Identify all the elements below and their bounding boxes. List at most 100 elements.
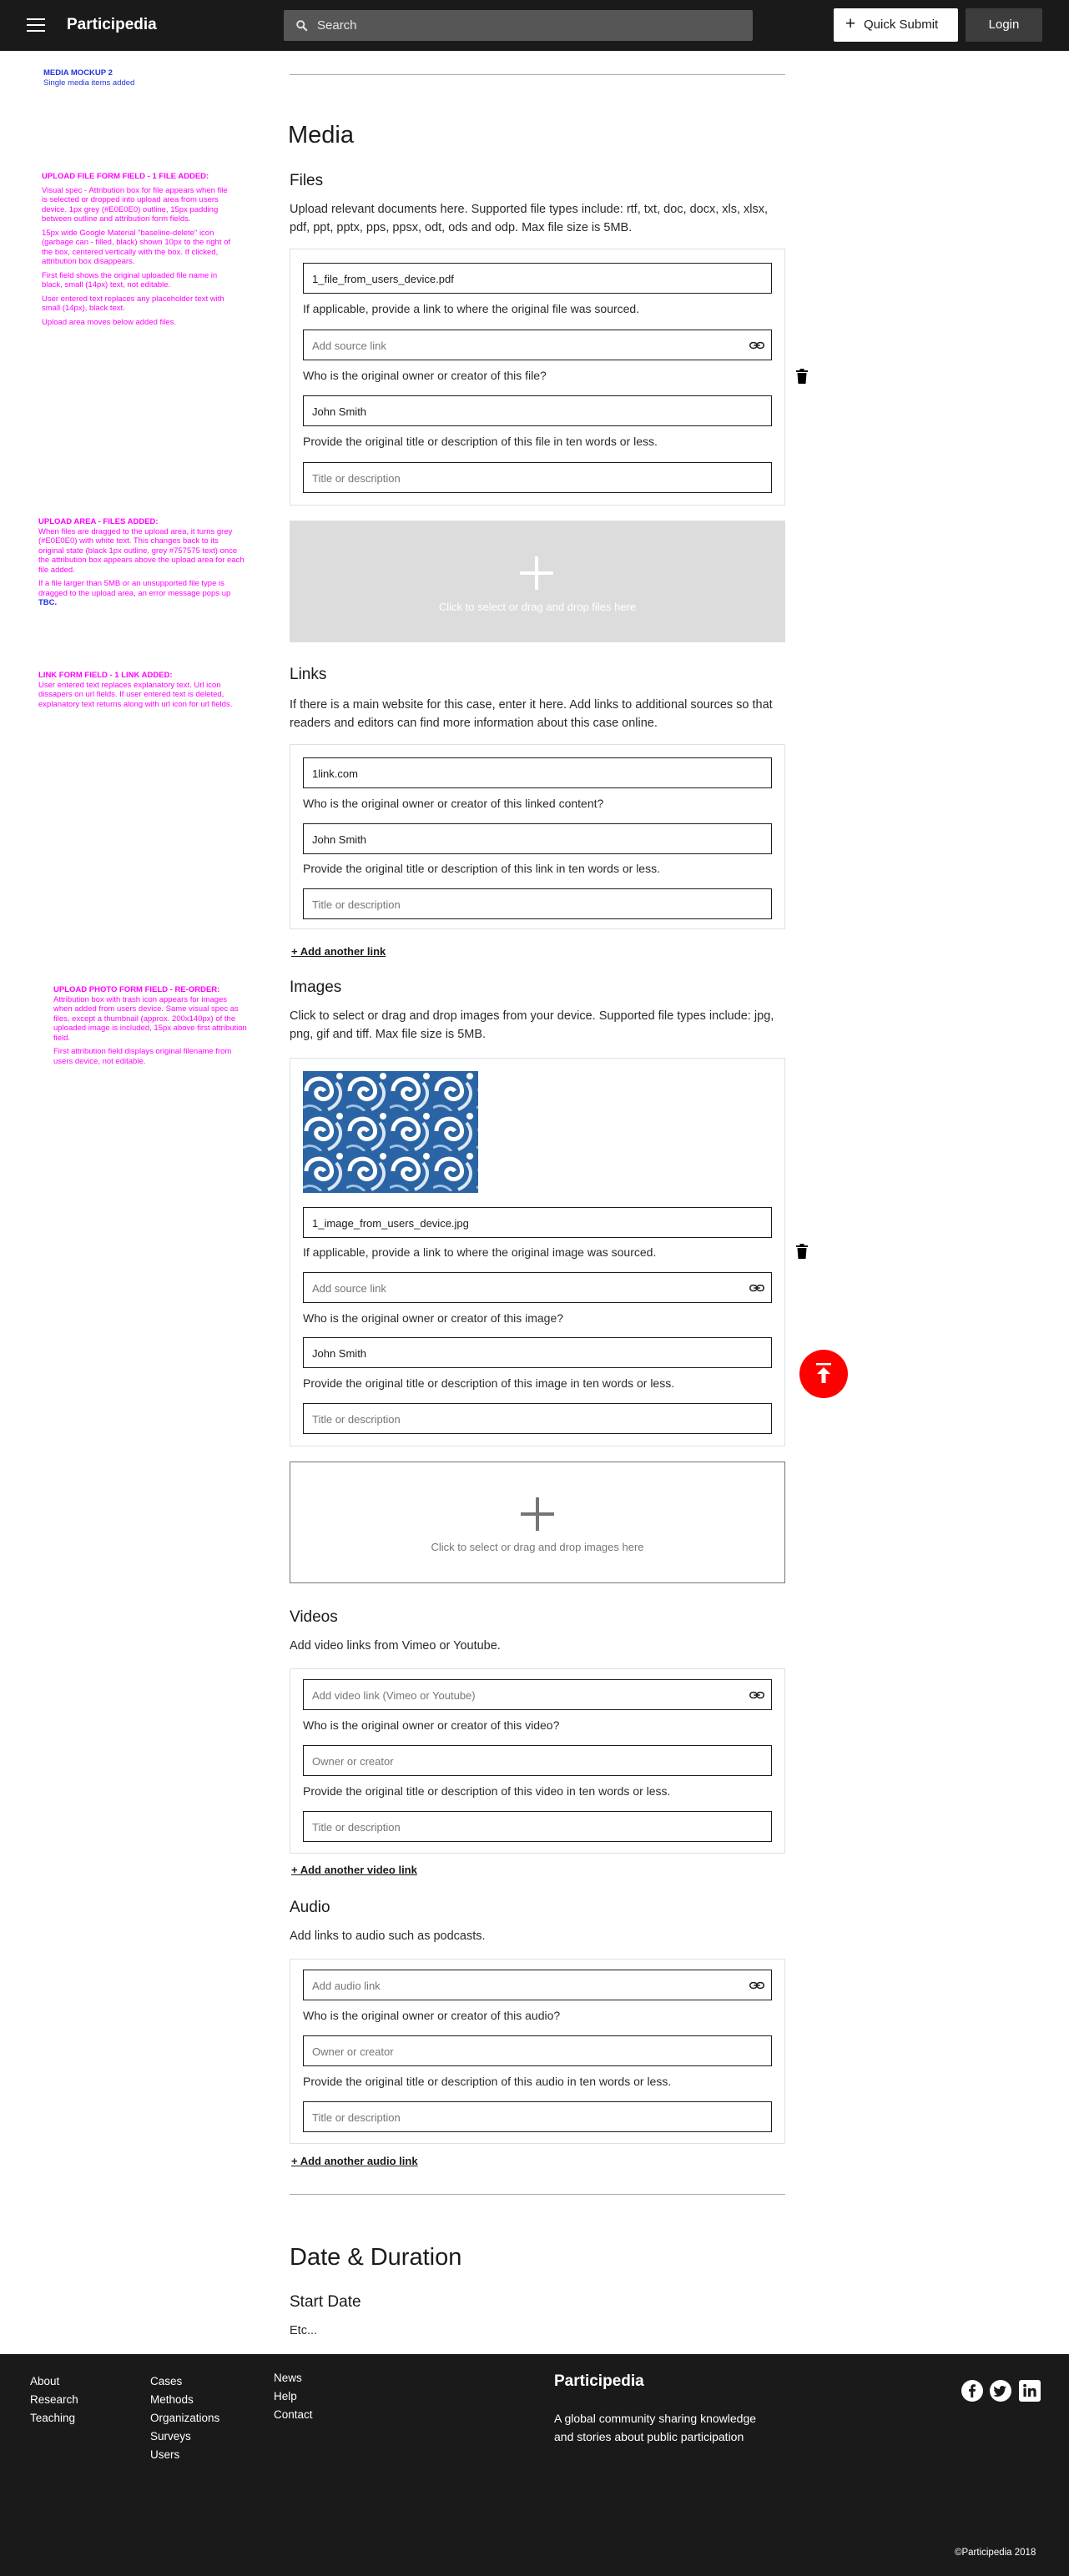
links-title: Links [290,666,327,683]
delete-icon[interactable] [796,1244,808,1259]
file-name-field: 1_file_from_users_device.pdf [303,263,772,294]
quick-submit-button[interactable]: + Quick Submit [834,8,958,42]
footer-link[interactable]: Research [30,2391,78,2409]
note-link: LINK FORM FIELD - 1 LINK ADDED: User ent… [38,671,233,709]
footer-col-2: Cases Methods Organizations Surveys User… [150,2372,219,2464]
audio-owner-input[interactable]: Owner or creator [303,2035,772,2066]
footer-col-3: News Help Contact [274,2369,313,2424]
plus-icon [520,556,553,590]
link-title-input[interactable]: Title or description [303,888,772,919]
image-owner-input[interactable]: John Smith [303,1337,772,1368]
footer-link[interactable]: Teaching [30,2409,78,2428]
links-desc: If there is a main website for this case… [290,698,773,730]
footer-brand: Participedia [554,2372,644,2390]
footer-link[interactable]: Methods [150,2391,219,2409]
file-source-input[interactable]: Add source link [303,330,772,360]
footer-link[interactable]: Organizations [150,2409,219,2428]
audio-desc: Add links to audio such as podcasts. [290,1929,486,1943]
add-another-audio-link[interactable]: + Add another audio link [291,2155,418,2167]
video-owner-input[interactable]: Owner or creator [303,1745,772,1776]
images-desc: Click to select or drag and drop images … [290,1009,774,1041]
link-title-label: Provide the original title or descriptio… [303,862,660,875]
file-attribution-box: 1_file_from_users_device.pdf If applicab… [290,249,785,506]
file-owner-input[interactable]: John Smith [303,395,772,426]
search-placeholder: Search [317,18,357,33]
files-desc: Upload relevant documents here. Supporte… [290,203,769,234]
videos-title: Videos [290,1608,338,1626]
start-date-title: Start Date [290,2293,361,2311]
footer-link[interactable]: About [30,2372,78,2391]
footer-link[interactable]: Surveys [150,2428,219,2446]
audio-title: Audio [290,1899,330,1916]
brand-logo[interactable]: Participedia [67,16,157,34]
file-upload-area[interactable]: Click to select or drag and drop files h… [290,521,785,642]
delete-icon[interactable] [796,369,808,384]
audio-title-label: Provide the original title or descriptio… [303,2075,672,2088]
files-title: Files [290,172,324,189]
footer-link[interactable]: Users [150,2446,219,2464]
facebook-icon[interactable] [961,2380,983,2402]
link-attribution-box: 1link.com Who is the original owner or c… [290,744,785,929]
login-button[interactable]: Login [966,8,1042,42]
note-upload-file: UPLOAD FILE FORM FIELD - 1 FILE ADDED: V… [42,172,231,327]
search-icon [296,20,308,32]
add-another-video-link[interactable]: + Add another video link [291,1864,417,1876]
file-title-input[interactable]: Title or description [303,462,772,493]
images-title: Images [290,979,342,996]
media-title: Media [288,122,354,148]
image-attribution-box: 1_image_from_users_device.jpg If applica… [290,1058,785,1446]
menu-icon[interactable] [27,18,45,32]
file-owner-label: Who is the original owner or creator of … [303,369,547,382]
search-input[interactable]: Search [284,10,753,41]
image-upload-area[interactable]: Click to select or drag and drop images … [290,1462,785,1583]
audio-owner-label: Who is the original owner or creator of … [303,2009,561,2022]
footer-link[interactable]: News [274,2369,313,2387]
plus-icon: + [845,14,856,33]
audio-url-input[interactable]: Add audio link [303,1970,772,2000]
note-mockup: MEDIA MOCKUP 2 Single media items added [43,68,135,88]
audio-title-input[interactable]: Title or description [303,2101,772,2132]
image-title-input[interactable]: Title or description [303,1403,772,1434]
footer-link[interactable]: Help [274,2387,313,2406]
file-source-label: If applicable, provide a link to where t… [303,302,640,315]
video-owner-label: Who is the original owner or creator of … [303,1718,560,1732]
link-icon [749,1981,764,1990]
video-title-input[interactable]: Title or description [303,1811,772,1842]
videos-desc: Add video links from Vimeo or Youtube. [290,1639,501,1653]
link-owner-label: Who is the original owner or creator of … [303,797,604,810]
link-icon [749,341,764,350]
video-title-label: Provide the original title or descriptio… [303,1784,671,1798]
add-another-link[interactable]: + Add another link [291,945,386,958]
image-source-label: If applicable, provide a link to where t… [303,1245,657,1259]
video-url-input[interactable]: Add video link (Vimeo or Youtube) [303,1679,772,1710]
footer-link[interactable]: Contact [274,2406,313,2424]
note-photo: UPLOAD PHOTO FORM FIELD - RE-ORDER: Attr… [53,985,247,1066]
date-title: Date & Duration [290,2244,462,2271]
link-url-input[interactable]: 1link.com [303,757,772,788]
divider [290,2194,785,2195]
top-navbar: Participedia Search + Quick Submit Login [0,0,1069,51]
etc-text: Etc... [290,2324,318,2337]
image-source-input[interactable]: Add source link [303,1272,772,1303]
link-icon [749,1284,764,1292]
linkedin-icon[interactable] [1019,2380,1041,2402]
footer-col-1: About Research Teaching [30,2372,78,2428]
divider [290,74,785,75]
copyright: ©Participedia 2018 [955,2548,1036,2558]
vertical-align-top-icon [816,1363,831,1383]
twitter-icon[interactable] [990,2380,1011,2402]
footer-link[interactable]: Cases [150,2372,219,2391]
link-owner-input[interactable]: John Smith [303,823,772,854]
image-owner-label: Who is the original owner or creator of … [303,1311,564,1325]
footer: About Research Teaching Cases Methods Or… [0,2354,1069,2576]
footer-tagline: A global community sharing knowledge and … [554,2412,757,2443]
video-attribution-box: Add video link (Vimeo or Youtube) Who is… [290,1668,785,1854]
plus-icon [521,1497,554,1531]
link-icon [749,1691,764,1699]
file-title-label: Provide the original title or descriptio… [303,435,658,448]
image-name-field: 1_image_from_users_device.jpg [303,1207,772,1238]
reorder-button[interactable] [799,1350,848,1398]
audio-attribution-box: Add audio link Who is the original owner… [290,1959,785,2144]
image-title-label: Provide the original title or descriptio… [303,1376,675,1390]
image-thumbnail [303,1071,478,1193]
